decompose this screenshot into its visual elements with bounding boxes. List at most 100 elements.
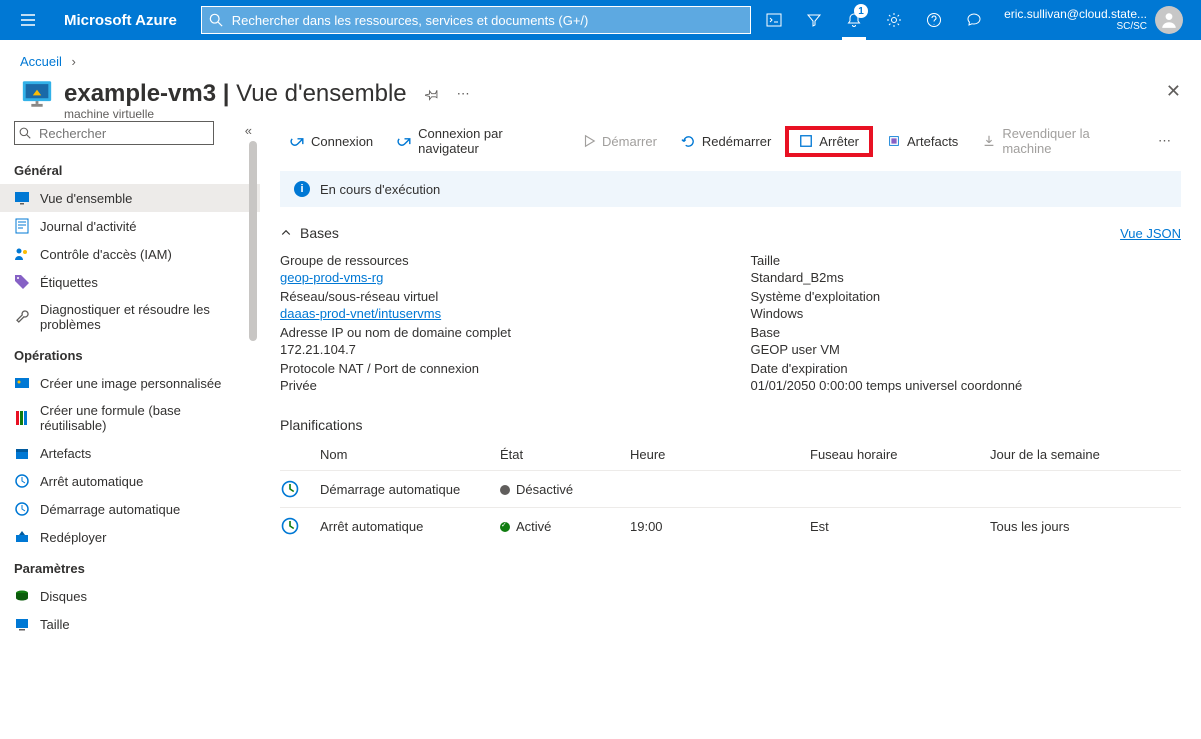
sidebar-item-iam[interactable]: Contrôle d'accès (IAM) [0,240,260,268]
col-dow: Jour de la semaine [990,447,1170,462]
more-commands-button[interactable]: ⋯ [1148,128,1181,154]
chevron-up-icon [280,227,292,239]
table-row[interactable]: Démarrage automatique Désactivé [280,471,1181,508]
sidebar-item-redeploy[interactable]: Redéployer [0,523,260,551]
feedback-button[interactable] [954,0,994,40]
user-menu[interactable]: eric.sullivan@cloud.state... SC/SC [994,6,1193,34]
sidebar-item-disks[interactable]: Disques [0,582,260,610]
notifications-button[interactable]: 1 [834,0,874,40]
size-icon [14,616,30,632]
sidebar-item-auto-shutdown[interactable]: Arrêt automatique [0,467,260,495]
breadcrumb-home[interactable]: Accueil [20,54,62,69]
menu-toggle-button[interactable] [8,12,48,28]
sidebar-item-diagnose[interactable]: Diagnostiquer et résoudre les problèmes [0,296,260,338]
browser-connect-button[interactable]: Connexion par navigateur [387,121,568,161]
schedule-dow: Tous les jours [990,519,1170,534]
sidebar-item-tags[interactable]: Étiquettes [0,268,260,296]
more-button[interactable]: ⋯ [457,86,470,102]
field-label: Taille [751,253,1182,268]
sidebar-item-create-image[interactable]: Créer une image personnalisée [0,369,260,397]
feedback-icon [966,12,982,28]
json-view-link[interactable]: Vue JSON [1120,226,1181,241]
close-button[interactable]: ✕ [1166,81,1181,102]
table-row[interactable]: Arrêt automatique Activé 19:00 Est Tous … [280,508,1181,544]
gear-icon [886,12,902,28]
field-value: Standard_B2ms [751,268,1182,285]
col-tz: Fuseau horaire [810,447,990,462]
deploy-icon [14,529,30,545]
notification-badge: 1 [854,4,868,18]
sidebar-item-activity-log[interactable]: Journal d'activité [0,212,260,240]
page-title: example-vm3 | Vue d'ensemble [64,80,407,108]
sidebar-scrollbar[interactable] [244,141,260,720]
sidebar-item-label: Disques [40,589,87,604]
status-text: En cours d'exécution [320,182,440,197]
global-search-input[interactable] [201,6,751,34]
brand-label: Microsoft Azure [48,12,193,29]
restart-button[interactable]: Redémarrer [671,129,781,154]
field-value: 172.21.104.7 [280,340,711,357]
disk-icon [14,588,30,604]
sidebar-item-create-formula[interactable]: Créer une formule (base réutilisable) [0,397,260,439]
directory-filter-button[interactable] [794,0,834,40]
cloud-shell-button[interactable] [754,0,794,40]
field-label: Base [751,325,1182,340]
sidebar-group-operations: Opérations [0,338,260,369]
claim-icon [982,134,996,148]
sidebar-item-label: Arrêt automatique [40,474,143,489]
avatar [1155,6,1183,34]
resource-group-link[interactable]: geop-prod-vms-rg [280,268,711,285]
clock-icon [280,516,320,536]
section-title: Bases [300,225,339,241]
vnet-link[interactable]: daaas-prod-vnet/intuservms [280,304,711,321]
clock-icon [14,501,30,517]
schedules-table: Nom État Heure Fuseau horaire Jour de la… [280,439,1181,544]
sidebar-item-size[interactable]: Taille [0,610,260,638]
sidebar-item-label: Artefacts [40,446,91,461]
stop-button[interactable]: Arrêter [785,126,873,157]
sidebar-group-general: Général [0,153,260,184]
connect-icon [397,134,412,149]
field-label: Groupe de ressources [280,253,711,268]
pin-button[interactable] [425,87,439,101]
search-icon [209,13,223,27]
field-label: Protocole NAT / Port de connexion [280,361,711,376]
settings-button[interactable] [874,0,914,40]
sidebar-item-label: Redéployer [40,530,107,545]
sidebar-item-auto-start[interactable]: Démarrage automatique [0,495,260,523]
field-value: 01/01/2050 0:00:00 temps universel coord… [751,376,1182,393]
start-button: Démarrer [572,129,667,154]
sidebar-item-label: Taille [40,617,70,632]
sidebar-search-input[interactable] [14,121,214,145]
help-icon [926,12,942,28]
schedule-tz: Est [810,519,990,534]
sidebar-item-artefacts[interactable]: Artefacts [0,439,260,467]
package-icon [14,445,30,461]
bases-section-header[interactable]: Bases Vue JSON [280,217,1181,249]
person-icon [1160,11,1178,29]
schedule-name: Arrêt automatique [320,519,500,534]
col-state: État [500,447,630,462]
top-navigation-bar: Microsoft Azure 1 eric.sullivan@cloud.st… [0,0,1201,40]
terminal-icon [766,12,782,28]
sidebar-item-label: Diagnostiquer et résoudre les problèmes [40,302,246,332]
connect-button[interactable]: Connexion [280,129,383,154]
sidebar-item-label: Démarrage automatique [40,502,180,517]
schedule-state: Activé [500,519,630,534]
chevron-right-icon: › [72,54,76,69]
package-icon [887,134,901,148]
clock-icon [14,473,30,489]
sidebar-item-label: Créer une formule (base réutilisable) [40,403,246,433]
schedules-title: Planifications [280,407,1181,439]
restart-icon [681,134,696,149]
sidebar-item-overview[interactable]: Vue d'ensemble [0,184,260,212]
table-header-row: Nom État Heure Fuseau horaire Jour de la… [280,439,1181,471]
formula-icon [14,410,30,426]
artefacts-button[interactable]: Artefacts [877,129,968,154]
help-button[interactable] [914,0,954,40]
log-icon [14,218,30,234]
properties-grid: Groupe de ressourcesgeop-prod-vms-rg Tai… [280,249,1181,407]
collapse-sidebar-button[interactable]: « [245,123,252,138]
pin-icon [425,87,439,101]
connect-icon [290,134,305,149]
